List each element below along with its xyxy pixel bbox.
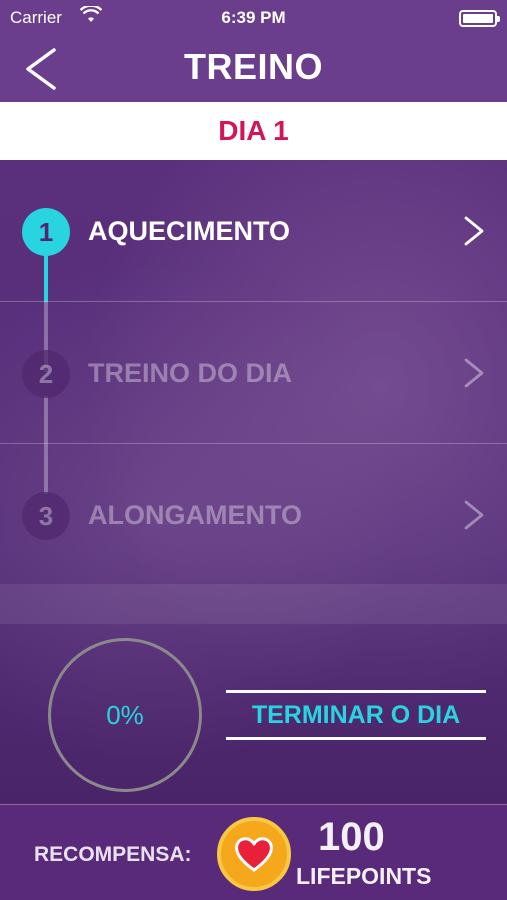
status-time: 6:39 PM	[221, 8, 286, 27]
progress-circle: 0%	[48, 638, 202, 792]
finish-day-button[interactable]: TERMINAR O DIA	[226, 690, 486, 740]
background-band	[0, 584, 507, 624]
chevron-right-icon	[464, 500, 484, 530]
step-aquecimento[interactable]: 1 AQUECIMENTO	[0, 160, 507, 302]
lifepoints-badge	[217, 817, 291, 891]
status-bar: Carrier 6:39 PM	[0, 0, 507, 36]
day-label: DIA 1	[0, 102, 507, 160]
points-value: 100	[318, 815, 385, 859]
chevron-right-icon	[464, 358, 484, 388]
step-number: 2	[22, 350, 70, 398]
page-title: TREINO	[183, 46, 323, 87]
chevron-right-icon	[464, 216, 484, 246]
step-label: TREINO DO DIA	[88, 358, 293, 388]
nav-bar: TREINO	[0, 36, 507, 102]
step-number: 1	[22, 208, 70, 256]
step-label: AQUECIMENTO	[88, 216, 291, 246]
reward-label: RECOMPENSA:	[34, 843, 192, 866]
battery-icon	[459, 10, 500, 27]
step-treino-do-dia[interactable]: 2 TREINO DO DIA	[0, 302, 507, 444]
step-label: ALONGAMENTO	[88, 500, 302, 530]
reward-footer: RECOMPENSA: 100 LIFEPOINTS	[0, 804, 507, 900]
heart-icon	[235, 837, 273, 872]
points-unit: LIFEPOINTS	[296, 863, 432, 889]
step-number: 3	[22, 492, 70, 540]
step-alongamento[interactable]: 3 ALONGAMENTO	[0, 444, 507, 586]
